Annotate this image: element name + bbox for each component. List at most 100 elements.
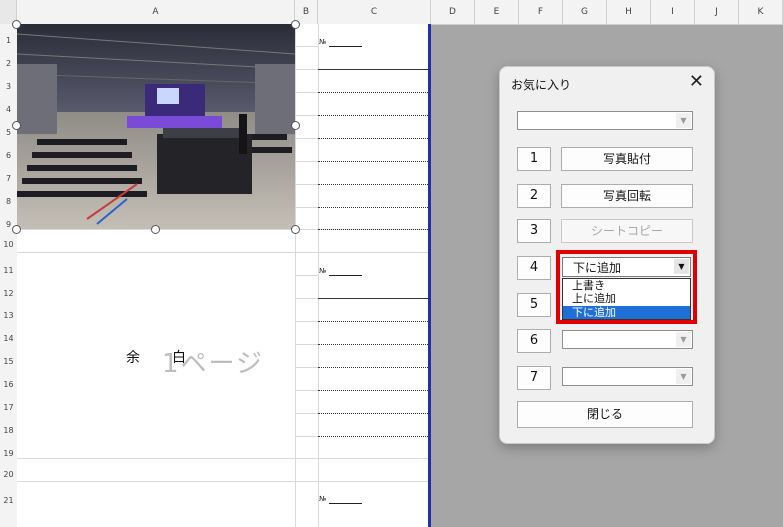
- button-7[interactable]: 7: [517, 366, 551, 390]
- button-2[interactable]: 2: [517, 184, 551, 208]
- close-icon[interactable]: ✕: [689, 71, 704, 92]
- top-combo[interactable]: ▼: [517, 111, 693, 130]
- resize-handle-right[interactable]: [291, 121, 300, 130]
- gridline: [295, 69, 318, 70]
- no-underline: [329, 46, 362, 47]
- insert-mode-combo[interactable]: 下に追加 ▼: [562, 257, 691, 277]
- gridline: [295, 92, 318, 93]
- row-header[interactable]: 20: [0, 470, 17, 479]
- row-header[interactable]: 18: [0, 426, 17, 435]
- gridline: [295, 115, 318, 116]
- gridline: [295, 390, 318, 391]
- column-header-a[interactable]: A: [17, 0, 295, 24]
- ruled-line: [318, 207, 428, 208]
- combo-7[interactable]: ▼: [562, 367, 693, 386]
- row-header[interactable]: 1: [0, 36, 17, 45]
- ruled-line: [318, 436, 428, 437]
- gridline: [295, 344, 318, 345]
- option-insert-above[interactable]: 上に追加: [563, 292, 690, 305]
- button-6[interactable]: 6: [517, 329, 551, 353]
- event-hall-photo[interactable]: [17, 24, 295, 229]
- page-break-border: [428, 24, 431, 527]
- ruled-line: [318, 367, 428, 368]
- column-header-g[interactable]: G: [563, 0, 607, 24]
- chevron-down-icon[interactable]: ▼: [676, 369, 691, 384]
- no-underline: [329, 503, 362, 504]
- page-number-watermark: 1ページ: [162, 349, 265, 379]
- gridline: [318, 24, 319, 527]
- row-header[interactable]: 10: [0, 240, 17, 249]
- gridline: [295, 275, 318, 276]
- button-5[interactable]: 5: [517, 293, 551, 317]
- no-underline: [329, 275, 362, 276]
- button-1[interactable]: 1: [517, 147, 551, 171]
- ruled-line: [318, 229, 428, 230]
- insert-mode-dropdown: 上書き 上に追加 下に追加: [562, 278, 691, 320]
- ruled-line: [318, 298, 428, 299]
- ruled-line: [318, 92, 428, 93]
- gridline: [295, 436, 318, 437]
- column-header-bar: A B C D E F G H I J K: [0, 0, 783, 25]
- close-button[interactable]: 閉じる: [517, 401, 693, 428]
- column-header-j[interactable]: J: [695, 0, 739, 24]
- row-header[interactable]: 17: [0, 403, 17, 412]
- chevron-down-icon[interactable]: ▼: [674, 259, 689, 274]
- row-header[interactable]: 7: [0, 174, 17, 183]
- photo-illustration: [17, 24, 295, 229]
- button-3[interactable]: 3: [517, 219, 551, 243]
- row-header[interactable]: 4: [0, 105, 17, 114]
- gridline: [295, 367, 318, 368]
- gridline: [295, 184, 318, 185]
- gridline: [295, 46, 318, 47]
- row-header[interactable]: 14: [0, 334, 17, 343]
- row-header[interactable]: 6: [0, 151, 17, 160]
- ruled-line: [318, 344, 428, 345]
- no-label: №: [319, 38, 327, 46]
- column-header-i[interactable]: I: [651, 0, 695, 24]
- column-header-e[interactable]: E: [475, 0, 519, 24]
- row-header[interactable]: 12: [0, 289, 17, 298]
- row-header[interactable]: 11: [0, 266, 17, 275]
- column-header-f[interactable]: F: [519, 0, 563, 24]
- blank-text-1: 余: [126, 350, 140, 366]
- gridline: [295, 298, 318, 299]
- ruled-line: [318, 69, 428, 70]
- row-header[interactable]: 2: [0, 59, 17, 68]
- row-header[interactable]: 16: [0, 380, 17, 389]
- resize-handle-bottom-right[interactable]: [291, 225, 300, 234]
- gridline: [17, 252, 428, 253]
- row-header[interactable]: 3: [0, 82, 17, 91]
- gridline: [295, 413, 318, 414]
- resize-handle-top-right[interactable]: [291, 20, 300, 29]
- no-label: №: [319, 267, 327, 275]
- option-insert-below[interactable]: 下に追加: [563, 306, 690, 319]
- resize-handle-left[interactable]: [12, 121, 21, 130]
- chevron-down-icon[interactable]: ▼: [676, 113, 691, 128]
- column-header-c[interactable]: C: [318, 0, 431, 24]
- ruled-line: [318, 390, 428, 391]
- paste-photo-button[interactable]: 写真貼付: [561, 147, 693, 171]
- resize-handle-top-left[interactable]: [12, 20, 21, 29]
- row-header[interactable]: 8: [0, 197, 17, 206]
- ruled-line: [318, 184, 428, 185]
- rotate-photo-button[interactable]: 写真回転: [561, 184, 693, 208]
- ruled-line: [318, 161, 428, 162]
- row-header[interactable]: 19: [0, 449, 17, 458]
- column-header-k[interactable]: K: [739, 0, 783, 24]
- resize-handle-bottom[interactable]: [151, 225, 160, 234]
- column-header-d[interactable]: D: [431, 0, 475, 24]
- row-header[interactable]: 13: [0, 311, 17, 320]
- chevron-down-icon[interactable]: ▼: [676, 332, 691, 347]
- insert-mode-value: 下に追加: [573, 261, 622, 275]
- resize-handle-bottom-left[interactable]: [12, 225, 21, 234]
- copy-sheet-button[interactable]: シートコピー: [561, 219, 693, 243]
- dialog-title: お気に入り: [511, 78, 572, 92]
- row-header[interactable]: 15: [0, 357, 17, 366]
- option-overwrite[interactable]: 上書き: [563, 279, 690, 292]
- combo-6[interactable]: ▼: [562, 330, 693, 349]
- button-4[interactable]: 4: [517, 256, 551, 280]
- row-header[interactable]: 21: [0, 496, 17, 505]
- ruled-line: [318, 413, 428, 414]
- column-header-h[interactable]: H: [607, 0, 651, 24]
- ruled-line: [318, 138, 428, 139]
